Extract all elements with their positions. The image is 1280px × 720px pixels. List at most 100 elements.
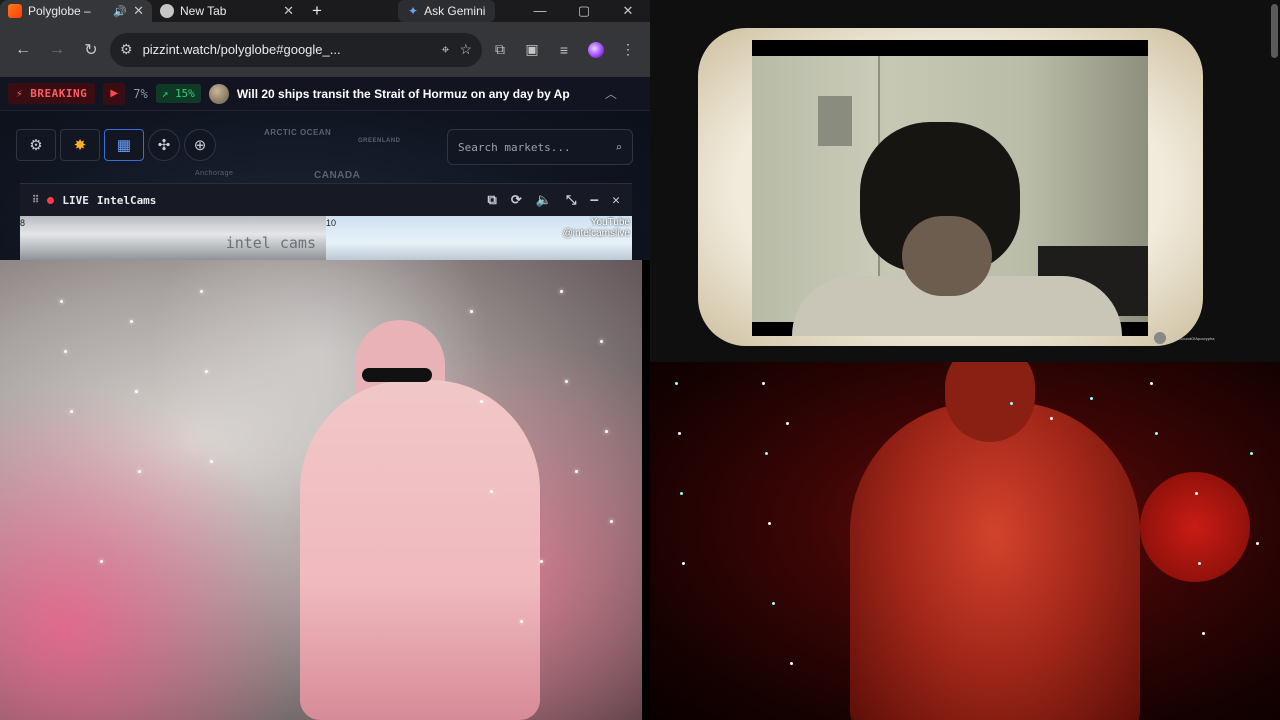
- play-ticker-button[interactable]: ▶: [103, 82, 126, 105]
- weather-layer-button[interactable]: ✣: [148, 129, 180, 161]
- video-feed: [752, 40, 1148, 336]
- market-thumbnail-icon: [208, 83, 229, 104]
- speaker-icon[interactable]: 🔊: [113, 5, 127, 18]
- screen: Polyglobe – 🔊 ✕ New Tab ✕ + ✦ Ask Gemini…: [0, 0, 1280, 720]
- cam-feeds: 8 intel cams 10 YouTube @intelcamslive: [20, 216, 632, 260]
- tab-strip: Polyglobe – 🔊 ✕ New Tab ✕ + ✦ Ask Gemini…: [0, 0, 650, 22]
- browser-toolbar: ← → ↻ ⚙ pizzint.watch/polyglobe#google_.…: [0, 22, 650, 77]
- youtube-label: YouTube: [590, 217, 630, 228]
- tab-new-tab[interactable]: New Tab ✕: [152, 0, 302, 22]
- ticker-change-badge: ↗ 15%: [155, 84, 201, 103]
- tab-polyglobe[interactable]: Polyglobe – 🔊 ✕: [0, 0, 152, 22]
- live-label: LIVE: [62, 193, 89, 207]
- minimize-button[interactable]: —: [518, 0, 562, 22]
- intelcams-panel: ⠿ LIVE IntelCams ⧉ ⟳ 🔈 ⤡ — ✕ 8 intel cam…: [20, 183, 632, 260]
- map-label: Anchorage: [195, 170, 234, 177]
- panel-title: IntelCams: [96, 193, 157, 207]
- drag-handle-icon[interactable]: ⠿: [32, 195, 39, 206]
- round-object: [1140, 472, 1250, 582]
- search-icon: ⌕: [615, 140, 622, 154]
- profile-avatar[interactable]: [582, 36, 610, 64]
- panel-controls: ⧉ ⟳ 🔈 ⤡ — ✕: [488, 193, 620, 208]
- wind-icon: ✣: [157, 137, 171, 154]
- close-window-button[interactable]: ✕: [606, 0, 650, 22]
- calendar-icon: ▦: [116, 137, 132, 154]
- cam-feed[interactable]: 10 YouTube @intelcamslive: [326, 216, 632, 260]
- forward-button[interactable]: →: [42, 35, 72, 65]
- youtube-handle: @intelcamslive: [562, 228, 630, 239]
- channel-avatar: [1154, 332, 1166, 344]
- search-placeholder: Search markets...: [458, 140, 571, 154]
- media-controls-icon[interactable]: ≡: [550, 36, 578, 64]
- person-face: [902, 216, 992, 296]
- volume-icon[interactable]: 🔈: [536, 193, 552, 208]
- maximize-button[interactable]: ▢: [562, 0, 606, 22]
- live-indicator-icon: [47, 196, 55, 204]
- locate-button[interactable]: ⊕: [184, 129, 216, 161]
- map-label: GREENLAND: [358, 138, 401, 144]
- settings-button[interactable]: ⚙: [16, 129, 56, 161]
- market-search-input[interactable]: Search markets... ⌕: [447, 129, 633, 165]
- ask-gemini-button[interactable]: ✦ Ask Gemini: [398, 0, 496, 22]
- address-bar[interactable]: ⚙ pizzint.watch/polyglobe#google_... ⌖ ☆: [110, 32, 482, 67]
- tab-title: Polyglobe –: [28, 4, 91, 18]
- channel-name: OMGSoundOfApocrypha: [1170, 335, 1215, 341]
- burst-icon: ✸: [73, 137, 87, 154]
- browser-window: Polyglobe – 🔊 ✕ New Tab ✕ + ✦ Ask Gemini…: [0, 0, 650, 260]
- person-body: [300, 380, 540, 720]
- map-layer-buttons: ⚙ ✸ ▦ ✣ ⊕: [16, 129, 216, 161]
- chrome-favicon-icon: [160, 4, 174, 18]
- close-tab-icon[interactable]: ✕: [133, 3, 144, 19]
- ticker-change: 15%: [174, 87, 195, 100]
- polyglobe-favicon-icon: [8, 4, 22, 18]
- close-tab-icon[interactable]: ✕: [283, 3, 294, 19]
- crosshair-icon: ⊕: [193, 137, 207, 154]
- gemini-label: Ask Gemini: [424, 4, 486, 18]
- gemini-sparkle-icon: ✦: [408, 4, 419, 18]
- tab-search-icon[interactable]: ▣: [518, 36, 546, 64]
- feed-number: 10: [326, 218, 337, 228]
- open-external-icon[interactable]: ⧉: [488, 193, 497, 208]
- events-layer-button[interactable]: ✸: [60, 129, 100, 161]
- breaking-label: BREAKING: [30, 87, 88, 100]
- ticker-percent: 7%: [133, 86, 148, 101]
- webcam-bottom-right: [650, 362, 1280, 720]
- collapse-ticker-icon[interactable]: ︿: [605, 85, 617, 102]
- cam-feed[interactable]: 8 intel cams: [20, 216, 326, 260]
- calendar-layer-button[interactable]: ▦: [104, 129, 144, 161]
- youtube-watermark: YouTube @intelcamslive: [563, 217, 630, 239]
- gear-icon: ⚙: [29, 137, 43, 154]
- new-tab-button[interactable]: +: [302, 0, 332, 22]
- reload-button[interactable]: ↻: [76, 35, 106, 65]
- feed-number: 8: [20, 218, 26, 228]
- menu-kebab-icon[interactable]: ⋮: [614, 36, 642, 64]
- room-scene: [752, 56, 1148, 336]
- map-label: ARCTIC OCEAN: [264, 128, 332, 137]
- bookmark-star-icon[interactable]: ☆: [459, 41, 472, 58]
- scrollbar-thumb[interactable]: [1271, 4, 1278, 58]
- web-page: ⚡ BREAKING ▶ 7% ↗ 15% Will 20 ships tran…: [0, 77, 650, 260]
- url-text: pizzint.watch/polyglobe#google_...: [142, 42, 341, 57]
- wall-picture: [818, 96, 852, 146]
- breaking-ticker: ⚡ BREAKING ▶ 7% ↗ 15% Will 20 ships tran…: [0, 77, 650, 111]
- intelcams-header: ⠿ LIVE IntelCams ⧉ ⟳ 🔈 ⤡ — ✕: [20, 184, 632, 216]
- location-pin-icon[interactable]: ⌖: [442, 41, 450, 58]
- breaking-badge: ⚡ BREAKING: [8, 83, 96, 104]
- minimize-panel-icon[interactable]: —: [590, 193, 598, 208]
- feed-watermark: intel cams: [225, 234, 316, 252]
- close-panel-icon[interactable]: ✕: [612, 193, 620, 208]
- sunglasses: [362, 368, 432, 382]
- collapse-icon[interactable]: ⤡: [566, 193, 576, 208]
- back-button[interactable]: ←: [8, 35, 38, 65]
- site-info-icon[interactable]: ⚙: [120, 41, 133, 58]
- tab-title: New Tab: [180, 4, 227, 18]
- channel-badge: OMGSoundOfApocrypha: [1154, 332, 1214, 344]
- person-body: [850, 402, 1140, 720]
- ticker-headline[interactable]: Will 20 ships transit the Strait of Horm…: [237, 87, 597, 101]
- window-controls: — ▢ ✕: [518, 0, 650, 22]
- extensions-icon[interactable]: ⧉: [486, 36, 514, 64]
- webcam-left: [0, 260, 642, 720]
- webcam-top-right: OMGSoundOfApocrypha: [650, 0, 1280, 362]
- map-label: CANADA: [314, 170, 361, 181]
- refresh-icon[interactable]: ⟳: [511, 193, 522, 208]
